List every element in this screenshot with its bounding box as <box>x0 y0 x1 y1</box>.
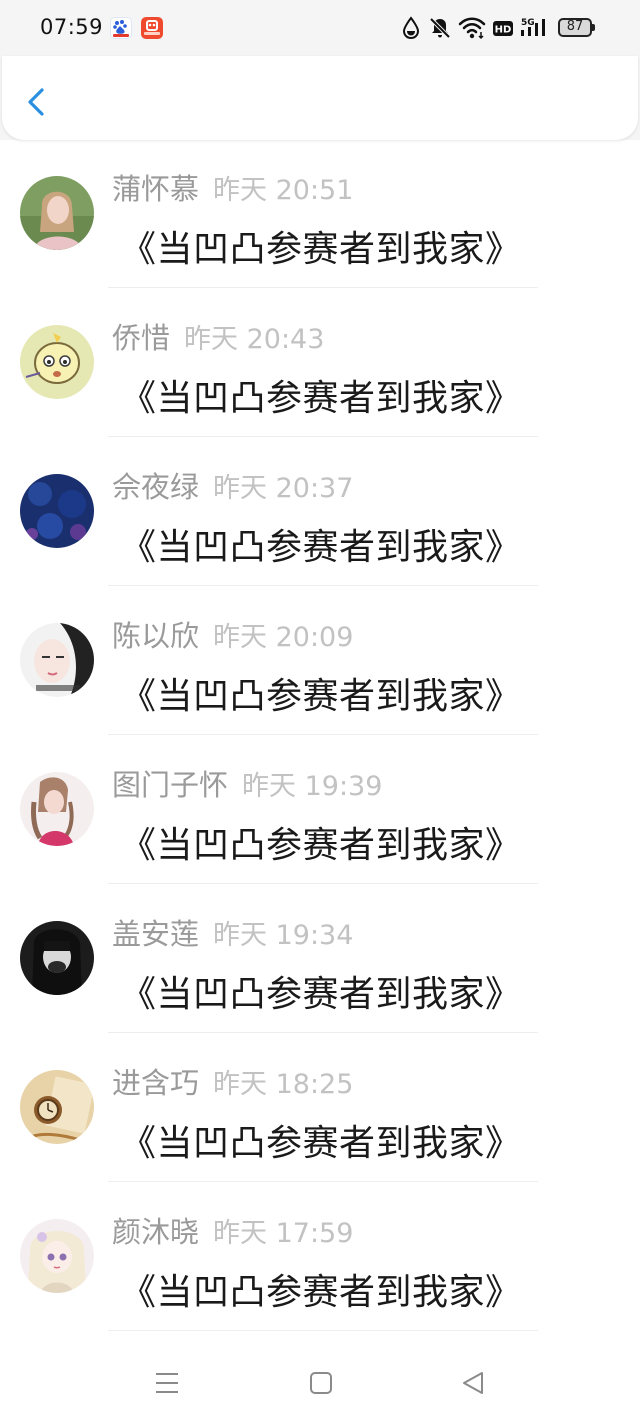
baidu-app-icon <box>110 17 132 39</box>
comment-meta: 盖安莲 昨天 19:34 <box>112 911 353 953</box>
comment-time: 昨天 19:34 <box>213 920 354 951</box>
comment-text: 《当凹凸参赛者到我家》 <box>120 527 522 568</box>
back-triangle-icon[interactable] <box>460 1370 486 1396</box>
list-item[interactable]: 图门子怀 昨天 19:39 《当凹凸参赛者到我家》 <box>0 738 640 887</box>
user-name[interactable]: 进含巧 <box>112 1066 199 1100</box>
user-name[interactable]: 蒲怀慕 <box>112 172 199 206</box>
navigation-bar <box>0 1340 640 1422</box>
divider <box>108 1330 538 1331</box>
comment-meta: 图门子怀 昨天 19:39 <box>112 762 382 804</box>
divider <box>108 734 538 735</box>
hd-icon: HD <box>493 21 513 36</box>
comment-meta: 颜沐晓 昨天 17:59 <box>112 1209 353 1251</box>
divider <box>108 585 538 586</box>
menu-icon[interactable] <box>154 1370 180 1396</box>
water-drop-icon <box>402 16 420 40</box>
avatar[interactable] <box>20 325 94 399</box>
comment-time: 昨天 17:59 <box>213 1218 354 1249</box>
status-time: 07:59 <box>40 15 104 39</box>
comment-time: 昨天 19:39 <box>242 771 383 802</box>
comment-text: 《当凹凸参赛者到我家》 <box>120 229 522 270</box>
comment-meta: 蒲怀慕 昨天 20:51 <box>112 166 353 208</box>
user-name[interactable]: 颜沐晓 <box>112 1215 199 1249</box>
avatar[interactable] <box>20 176 94 250</box>
comment-time: 昨天 18:25 <box>213 1069 354 1100</box>
comment-meta: 侨惜 昨天 20:43 <box>112 315 324 357</box>
user-name[interactable]: 侨惜 <box>112 321 170 355</box>
divider <box>108 883 538 884</box>
red-app-icon <box>141 17 163 39</box>
header-card <box>2 56 638 140</box>
comment-time: 昨天 20:09 <box>213 622 354 653</box>
wifi-icon <box>458 17 486 40</box>
network-type-label: 5G <box>521 18 535 28</box>
list-item[interactable]: 进含巧 昨天 18:25 《当凹凸参赛者到我家》 <box>0 1036 640 1185</box>
comment-text: 《当凹凸参赛者到我家》 <box>120 378 522 419</box>
comment-time: 昨天 20:43 <box>184 324 325 355</box>
list-item[interactable]: 陈以欣 昨天 20:09 《当凹凸参赛者到我家》 <box>0 589 640 738</box>
divider <box>108 1181 538 1182</box>
header <box>0 56 640 140</box>
comment-text: 《当凹凸参赛者到我家》 <box>120 1123 522 1164</box>
list-item[interactable]: 侨惜 昨天 20:43 《当凹凸参赛者到我家》 <box>0 291 640 440</box>
hd-label: HD <box>495 25 512 36</box>
comment-text: 《当凹凸参赛者到我家》 <box>120 1272 522 1313</box>
comment-list: 蒲怀慕 昨天 20:51 《当凹凸参赛者到我家》 侨惜 昨天 20:43 《当凹凸参… <box>0 142 640 1334</box>
avatar[interactable] <box>20 623 94 697</box>
list-item[interactable]: 盖安莲 昨天 19:34 《当凹凸参赛者到我家》 <box>0 887 640 1036</box>
comment-time: 昨天 20:37 <box>213 473 354 504</box>
comment-meta: 佘夜绿 昨天 20:37 <box>112 464 353 506</box>
back-button[interactable] <box>18 82 58 122</box>
avatar[interactable] <box>20 1219 94 1293</box>
avatar[interactable] <box>20 921 94 995</box>
avatar[interactable] <box>20 1070 94 1144</box>
user-name[interactable]: 图门子怀 <box>112 768 228 802</box>
user-name[interactable]: 佘夜绿 <box>112 470 199 504</box>
home-icon[interactable] <box>308 1370 334 1396</box>
list-item[interactable]: 蒲怀慕 昨天 20:51 《当凹凸参赛者到我家》 <box>0 142 640 291</box>
bell-off-icon <box>429 17 451 39</box>
comment-text: 《当凹凸参赛者到我家》 <box>120 974 522 1015</box>
chevron-left-icon <box>28 88 44 116</box>
avatar[interactable] <box>20 772 94 846</box>
comment-time: 昨天 20:51 <box>213 175 354 206</box>
list-item[interactable]: 佘夜绿 昨天 20:37 《当凹凸参赛者到我家》 <box>0 440 640 589</box>
divider <box>108 287 538 288</box>
status-bar: 07:59 HD 5G 87 <box>0 0 640 56</box>
user-name[interactable]: 陈以欣 <box>112 619 199 653</box>
divider <box>108 1032 538 1033</box>
signal-icon: 5G <box>521 18 545 36</box>
avatar[interactable] <box>20 474 94 548</box>
battery-icon: 87 <box>558 18 595 37</box>
user-name[interactable]: 盖安莲 <box>112 917 199 951</box>
comment-meta: 进含巧 昨天 18:25 <box>112 1060 353 1102</box>
comment-text: 《当凹凸参赛者到我家》 <box>120 825 522 866</box>
comment-meta: 陈以欣 昨天 20:09 <box>112 613 353 655</box>
list-item[interactable]: 颜沐晓 昨天 17:59 《当凹凸参赛者到我家》 <box>0 1185 640 1334</box>
comment-text: 《当凹凸参赛者到我家》 <box>120 676 522 717</box>
divider <box>108 436 538 437</box>
battery-level: 87 <box>566 19 584 34</box>
